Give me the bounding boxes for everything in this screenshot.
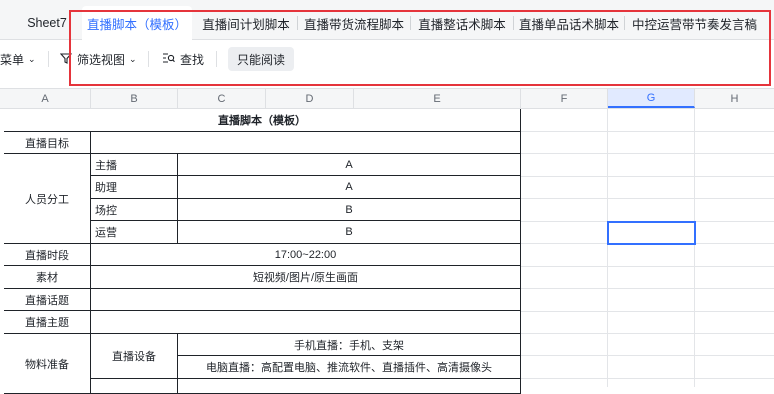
person-cell[interactable]: A xyxy=(178,154,521,176)
menu-label: 菜单 xyxy=(0,52,25,67)
theme-value[interactable] xyxy=(91,311,521,334)
theme-label[interactable]: 直播主题 xyxy=(4,311,91,334)
column-header-h[interactable]: H xyxy=(695,89,774,108)
column-header-c[interactable]: C xyxy=(178,89,266,108)
goal-label[interactable]: 直播目标 xyxy=(4,132,91,154)
time-value[interactable]: 17:00~22:00 xyxy=(91,244,521,266)
filter-icon xyxy=(59,52,73,67)
toolbar-divider xyxy=(148,51,149,67)
find-icon xyxy=(162,52,175,67)
tab-live-sales-flow-script[interactable]: 直播带货流程脚本 xyxy=(299,6,409,40)
role-cell[interactable]: 主播 xyxy=(91,154,178,176)
toolbar: 菜单 ⌄ 筛选视图 ⌄ 查找 只能阅读 xyxy=(0,40,774,88)
find-label: 查找 xyxy=(180,52,205,67)
column-header-d[interactable]: D xyxy=(266,89,354,108)
supplies-label[interactable]: 物料准备 xyxy=(4,334,91,394)
equipment-item[interactable]: 电脑直播：高配置电脑、推流软件、直播插件、高清摄像头 xyxy=(178,356,521,379)
find-button[interactable]: 查找 xyxy=(162,47,204,71)
tab-divider xyxy=(410,16,411,30)
tab-control-ops-speech[interactable]: 中控运营带节奏发言稿 xyxy=(626,6,774,40)
toolbar-divider xyxy=(48,51,49,67)
staff-label[interactable]: 人员分工 xyxy=(4,154,91,244)
tab-live-full-speech-script[interactable]: 直播整话术脚本 xyxy=(412,6,512,40)
filter-view-label: 筛选视图 xyxy=(77,52,126,67)
equipment-label[interactable]: 直播设备 xyxy=(91,334,178,379)
readonly-badge[interactable]: 只能阅读 xyxy=(228,47,295,71)
topic-label[interactable]: 直播话题 xyxy=(4,289,91,311)
person-cell[interactable]: A xyxy=(178,176,521,199)
topic-value[interactable] xyxy=(91,289,521,311)
chevron-down-icon: ⌄ xyxy=(28,53,36,64)
time-label[interactable]: 直播时段 xyxy=(4,244,91,266)
role-cell[interactable]: 运营 xyxy=(91,221,178,244)
column-header-g[interactable]: G xyxy=(608,89,695,108)
tab-live-single-product-script[interactable]: 直播单品话术脚本 xyxy=(515,6,623,40)
sheet-tab-bar: Sheet7 直播脚本（模板） 直播间计划脚本 直播带货流程脚本 直播整话术脚本… xyxy=(0,0,774,40)
column-header-row: A B C D E F G H xyxy=(0,88,774,109)
tab-live-script-template[interactable]: 直播脚本（模板） xyxy=(82,6,192,40)
table-title[interactable]: 直播脚本（模板） xyxy=(4,109,521,132)
tab-divider xyxy=(297,16,298,30)
person-cell[interactable]: B xyxy=(178,221,521,244)
role-cell[interactable]: 助理 xyxy=(91,176,178,199)
goal-value[interactable] xyxy=(91,132,521,154)
tab-divider xyxy=(513,16,514,30)
column-header-e[interactable]: E xyxy=(354,89,521,108)
role-cell[interactable]: 场控 xyxy=(91,199,178,221)
column-header-b[interactable]: B xyxy=(91,89,178,108)
tab-sheet7[interactable]: Sheet7 xyxy=(16,6,78,40)
material-value[interactable]: 短视频/图片/原生画面 xyxy=(91,266,521,289)
filter-view-button[interactable]: 筛选视图 ⌄ xyxy=(59,47,137,71)
person-cell[interactable]: B xyxy=(178,199,521,221)
material-label[interactable]: 素材 xyxy=(4,266,91,289)
equipment-item[interactable]: 手机直播：手机、支架 xyxy=(178,334,521,356)
column-header-a[interactable]: A xyxy=(0,89,91,108)
tab-divider xyxy=(624,16,625,30)
menu-button[interactable]: 菜单 ⌄ xyxy=(0,47,36,71)
selected-cell-g[interactable] xyxy=(607,221,696,245)
toolbar-divider xyxy=(216,51,217,67)
column-header-f[interactable]: F xyxy=(521,89,608,108)
tab-live-room-plan-script[interactable]: 直播间计划脚本 xyxy=(196,6,296,40)
chevron-down-icon: ⌄ xyxy=(129,53,137,64)
